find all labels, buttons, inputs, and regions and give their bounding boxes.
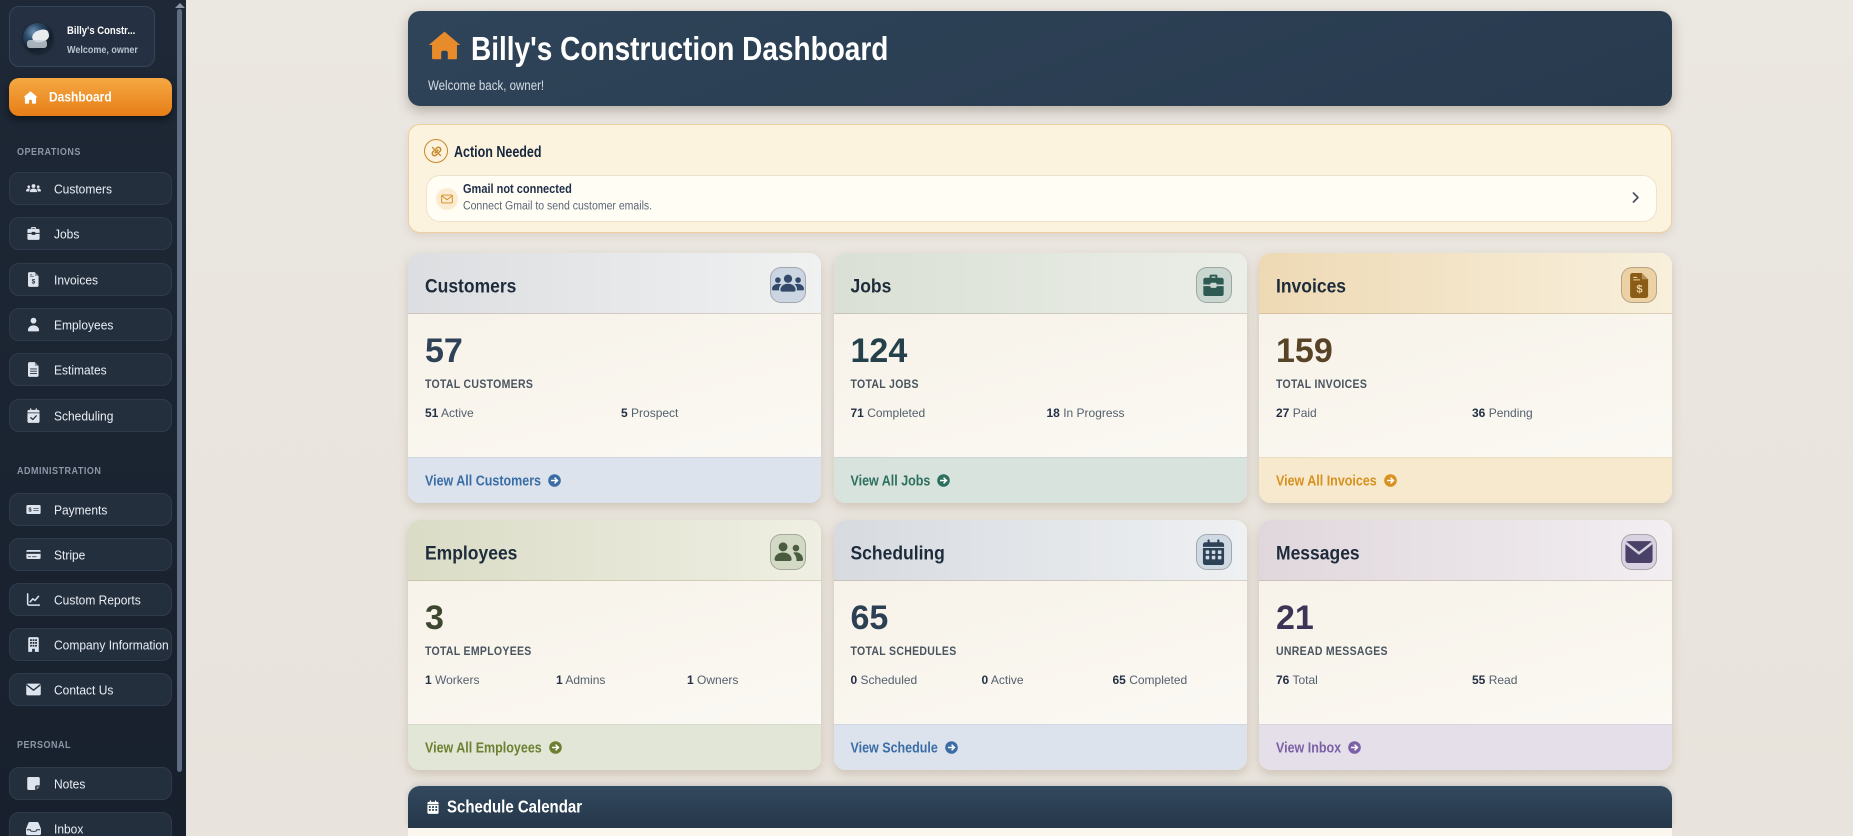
svg-text:$: $: [31, 279, 35, 286]
svg-text:$: $: [1636, 283, 1643, 295]
